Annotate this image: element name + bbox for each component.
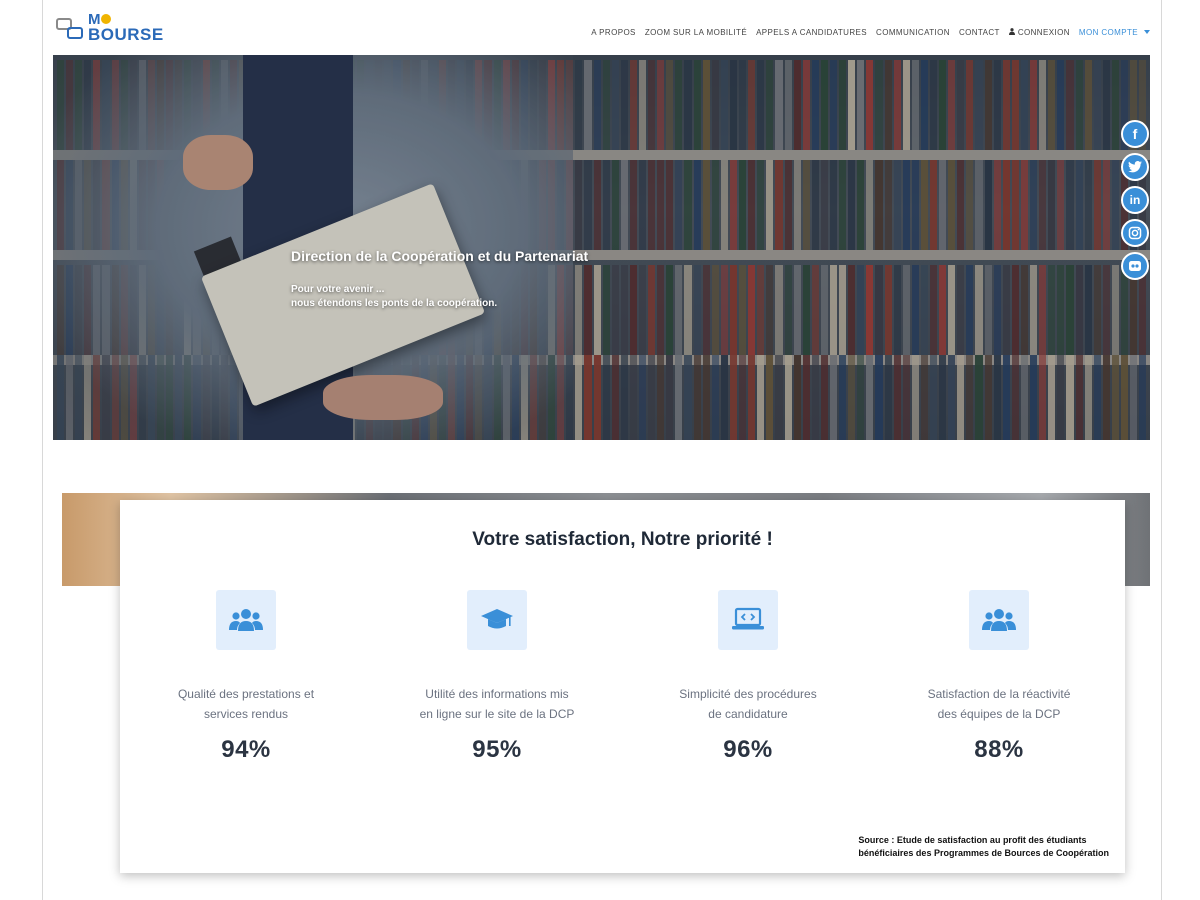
stat-label-line1: Satisfaction de la réactivité xyxy=(927,687,1071,701)
source-note: Source : Etude de satisfaction au profit… xyxy=(858,834,1109,860)
caret-down-icon xyxy=(1144,30,1150,34)
logo-dot-icon xyxy=(101,14,111,24)
facebook-icon[interactable]: f xyxy=(1121,120,1149,148)
logo-text: BOURSE xyxy=(88,25,164,44)
twitter-icon[interactable] xyxy=(1121,153,1149,181)
laptop-code-icon xyxy=(718,590,778,650)
hero-title: Direction de la Coopération et du Parten… xyxy=(291,248,589,264)
stat-label: Simplicité des procédures de candidature xyxy=(623,684,873,724)
site-logo[interactable]: M BOURSE xyxy=(56,11,186,46)
stat-simplicity: Simplicité des procédures de candidature… xyxy=(623,590,873,764)
stat-label-line2: de candidature xyxy=(708,707,788,721)
source-line1: Source : Etude de satisfaction au profit… xyxy=(858,835,1087,845)
stat-value: 88% xyxy=(974,736,1024,763)
satisfaction-title: Votre satisfaction, Notre priorité ! xyxy=(472,529,773,550)
stat-label-line2: des équipes de la DCP xyxy=(937,707,1061,721)
nav-item-contact[interactable]: CONTACT xyxy=(959,28,1000,37)
stat-label-line2: en ligne sur le site de la DCP xyxy=(419,707,575,721)
nav-item-zoom-mobilite[interactable]: ZOOM SUR LA MOBILITÉ xyxy=(645,28,747,37)
users-icon xyxy=(216,590,276,650)
stat-value: 94% xyxy=(221,736,271,763)
stat-label-line1: Utilité des informations mis xyxy=(425,687,569,701)
hero-banner: Direction de la Coopération et du Parten… xyxy=(53,55,1150,440)
site-header: M BOURSE A PROPOS ZOOM SUR LA MOBILITÉ A… xyxy=(52,11,1150,54)
main-nav: A PROPOS ZOOM SUR LA MOBILITÉ APPELS A C… xyxy=(591,28,1150,37)
stat-label: Satisfaction de la réactivité des équipe… xyxy=(874,684,1124,724)
hero-subtitle: Pour votre avenir ... nous étendons les … xyxy=(291,283,497,311)
nav-item-appels[interactable]: APPELS A CANDIDATURES xyxy=(756,28,867,37)
graduation-cap-icon xyxy=(467,590,527,650)
linkedin-icon[interactable]: in xyxy=(1121,186,1149,214)
nav-item-communication[interactable]: COMMUNICATION xyxy=(876,28,950,37)
source-line2: bénéficiaires des Programmes de Bources … xyxy=(858,848,1109,858)
social-links: f in xyxy=(1121,120,1149,280)
users-icon xyxy=(969,590,1029,650)
stat-usefulness: Utilité des informations mis en ligne su… xyxy=(372,590,622,764)
nav-item-connexion[interactable]: CONNEXION xyxy=(1008,28,1070,37)
hero-overlay xyxy=(53,55,1150,440)
hero-subtitle-line1: Pour votre avenir ... xyxy=(291,284,385,295)
stat-value: 96% xyxy=(723,736,773,763)
person-icon xyxy=(1008,28,1015,35)
nav-item-mon-compte[interactable]: MON COMPTE xyxy=(1079,28,1150,37)
hero-subtitle-line2: nous étendons les ponts de la coopératio… xyxy=(291,298,498,309)
stat-label-line1: Simplicité des procédures xyxy=(679,687,817,701)
connexion-label: CONNEXION xyxy=(1017,28,1070,37)
stat-quality: Qualité des prestations et services rend… xyxy=(121,590,371,764)
nav-item-apropos[interactable]: A PROPOS xyxy=(591,28,636,37)
stat-label-line2: services rendus xyxy=(203,707,289,721)
stat-value: 95% xyxy=(472,736,522,763)
stat-reactivity: Satisfaction de la réactivité des équipe… xyxy=(874,590,1124,764)
logo-boxes-icon xyxy=(56,18,86,42)
satisfaction-card: Votre satisfaction, Notre priorité ! Qua… xyxy=(120,500,1125,873)
stat-label-line1: Qualité des prestations et xyxy=(177,687,315,701)
instagram-icon[interactable] xyxy=(1121,219,1149,247)
stat-label: Qualité des prestations et services rend… xyxy=(121,684,371,724)
mon-compte-label: MON COMPTE xyxy=(1078,28,1138,37)
flickr-icon[interactable] xyxy=(1121,252,1149,280)
stat-label: Utilité des informations mis en ligne su… xyxy=(372,684,622,724)
